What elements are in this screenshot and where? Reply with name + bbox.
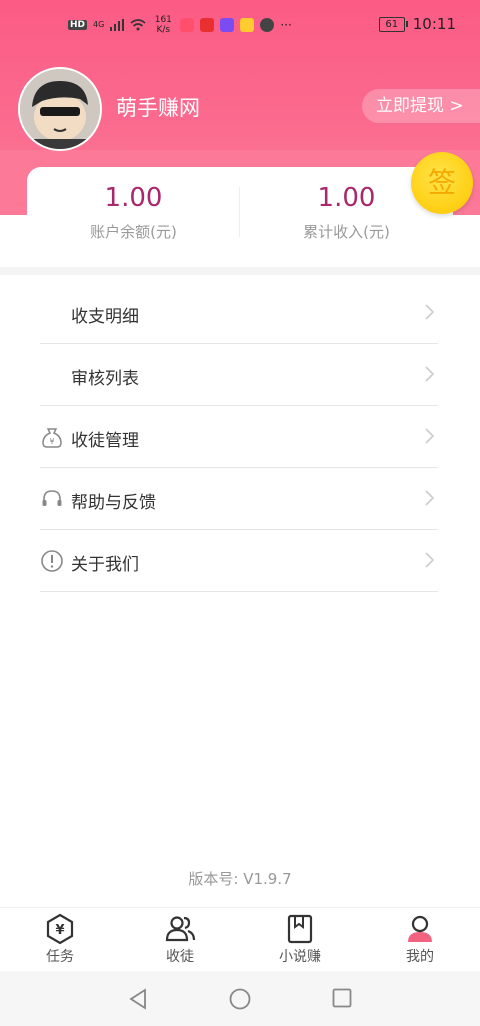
app-notify-icon: [200, 18, 215, 32]
tab-apprentice[interactable]: 收徒: [120, 908, 240, 972]
account-balance[interactable]: 1.00 账户余额(元): [27, 183, 240, 242]
menu-list: 收支明细 审核列表 ¥ 收徒管理 帮助与反馈 关于我们: [40, 282, 438, 592]
chevron-right-icon: [425, 304, 434, 320]
withdraw-button[interactable]: 立即提现 >: [362, 89, 480, 123]
book-icon: [287, 914, 313, 944]
tab-mine[interactable]: 我的: [360, 908, 480, 972]
system-nav-bar: [0, 971, 480, 1026]
status-right: 61 10:11: [378, 15, 456, 33]
wechat-icon: [260, 18, 275, 32]
people-icon: [165, 916, 196, 942]
menu-label: 收徒管理: [71, 431, 139, 451]
app-notify-icon: [220, 18, 235, 32]
app-name: 萌手赚网: [116, 96, 200, 120]
recent-apps-icon[interactable]: [332, 988, 352, 1008]
tab-label: 任务: [46, 949, 74, 965]
menu-label: 关于我们: [71, 555, 139, 575]
menu-item-apprentice-management[interactable]: ¥ 收徒管理: [40, 406, 438, 468]
tab-tasks[interactable]: ¥ 任务: [0, 908, 120, 972]
menu-label: 审核列表: [71, 369, 139, 389]
balance-value: 1.00: [104, 183, 163, 213]
money-bag-icon: ¥: [42, 428, 62, 448]
section-separator: [0, 267, 480, 275]
tab-label: 小说赚: [279, 949, 321, 965]
signal-text: 4G: [93, 20, 105, 29]
sign-in-button[interactable]: 签: [411, 152, 473, 214]
tab-label: 收徒: [166, 949, 194, 965]
bottom-tab-bar: ¥ 任务 收徒 小说赚 我的: [0, 907, 480, 972]
menu-label: 收支明细: [71, 307, 139, 327]
menu-item-review-list[interactable]: 审核列表: [40, 344, 438, 406]
chevron-right-icon: [425, 490, 434, 506]
app-notify-icon: [240, 18, 255, 32]
version-label: 版本号: V1.9.7: [188, 870, 292, 888]
chevron-right-icon: [425, 428, 434, 444]
app-notify-icon: [180, 18, 195, 32]
avatar-image: [20, 69, 100, 149]
info-icon: [41, 550, 63, 572]
balance-label: 账户余额(元): [90, 223, 177, 241]
income-label: 累计收入(元): [303, 223, 390, 241]
chevron-right-icon: [425, 366, 434, 382]
tab-label: 我的: [406, 949, 434, 965]
menu-item-about-us[interactable]: 关于我们: [40, 530, 438, 592]
tab-novel-earn[interactable]: 小说赚: [240, 908, 360, 972]
status-bar: HD 4G 161 K/s ··· 61 10:11: [0, 0, 480, 56]
svg-text:¥: ¥: [55, 923, 64, 938]
battery-icon: 61: [378, 16, 408, 32]
user-icon: [408, 915, 432, 942]
avatar[interactable]: [18, 67, 102, 151]
net-speed: 161 K/s: [154, 15, 172, 35]
clock: 10:11: [412, 15, 456, 33]
back-icon[interactable]: [128, 988, 148, 1010]
yuan-hexagon-icon: ¥: [46, 913, 74, 945]
menu-item-transactions[interactable]: 收支明细: [40, 282, 438, 344]
status-left: HD 4G 161 K/s ···: [68, 15, 292, 35]
balance-card: 1.00 账户余额(元) 1.00 累计收入(元): [27, 167, 453, 267]
chevron-right-icon: [425, 552, 434, 568]
menu-item-help-feedback[interactable]: 帮助与反馈: [40, 468, 438, 530]
home-icon[interactable]: [229, 988, 251, 1010]
more-notifications: ···: [280, 18, 292, 32]
signal-icon: [110, 19, 125, 31]
hd-badge: HD: [68, 20, 88, 30]
wifi-icon: [130, 19, 146, 31]
menu-label: 帮助与反馈: [71, 493, 156, 513]
svg-text:¥: ¥: [49, 437, 54, 446]
headset-icon: [42, 490, 62, 506]
